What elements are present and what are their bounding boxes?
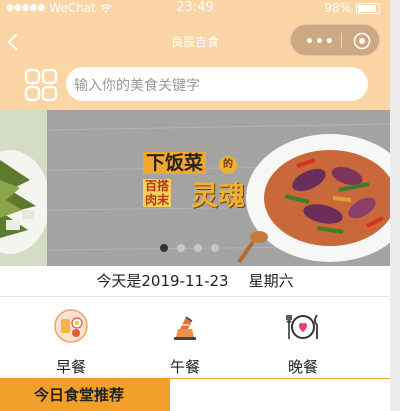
search-input[interactable]: 输入你的美食关键字 (66, 67, 368, 101)
breakfast-icon (54, 309, 88, 343)
meal-breakfast[interactable]: 早餐 (31, 307, 111, 377)
today-weekday: 星期六 (248, 272, 294, 290)
carousel-dot[interactable] (194, 244, 202, 252)
today-date: 今天是2019-11-23 (96, 272, 229, 290)
status-right: 98% (324, 1, 380, 15)
banner-subtitle: 百搭 肉末 (143, 179, 172, 207)
dinner-icon (286, 314, 318, 339)
capsule-divider (341, 33, 342, 49)
carousel-indicators (160, 244, 219, 252)
meal-lunch-label: 午餐 (169, 358, 200, 376)
section-title: 今日食堂推荐 (34, 386, 125, 404)
lunch-icon (174, 316, 196, 340)
meal-breakfast-label: 早餐 (55, 358, 86, 376)
status-bar: ●●●●● WeChat 23:49 98% (0, 0, 390, 16)
meal-dinner-label: 晚餐 (287, 358, 318, 376)
banner-big-text: 灵魂 (191, 181, 245, 212)
battery-percent: 98% (324, 1, 351, 15)
mini-program-capsule: ••• (290, 24, 380, 56)
header: ●●●●● WeChat 23:49 98% 良辰吉食 ••• 输入你的美食关键… (0, 0, 390, 110)
banner-headline: 下饭菜 (143, 152, 207, 174)
carousel-dot[interactable] (211, 244, 219, 252)
banner-carousel[interactable]: 下饭菜 的 百搭 肉末 灵魂 (0, 110, 390, 266)
banner-particle: 的 (219, 156, 237, 174)
banner-subtitle-line-2: 肉末 (143, 193, 172, 207)
carousel-dot[interactable] (177, 244, 185, 252)
banner-slide-previous (0, 110, 47, 266)
category-grid-icon[interactable] (24, 68, 58, 102)
battery-icon (356, 2, 380, 14)
date-line: 今天是2019-11-23 星期六 (0, 266, 390, 297)
more-icon[interactable]: ••• (305, 34, 335, 50)
search-placeholder: 输入你的美食关键字 (74, 78, 200, 94)
section-divider (170, 378, 390, 379)
app-screen: ●●●●● WeChat 23:49 98% 良辰吉食 ••• 输入你的美食关键… (0, 0, 390, 411)
meal-dinner[interactable]: 晚餐 (263, 307, 343, 377)
carousel-dot[interactable] (160, 244, 168, 252)
nav-bar: 良辰吉食 ••• (0, 24, 390, 60)
banner-subtitle-line-1: 百搭 (143, 179, 172, 193)
tab-today-recommend[interactable]: 今日食堂推荐 (0, 378, 170, 411)
meal-lunch[interactable]: 午餐 (145, 307, 225, 377)
vegetable-dish-image (0, 110, 47, 266)
close-mini-program-icon[interactable] (353, 32, 371, 50)
banner-slide-current: 下饭菜 的 百搭 肉末 灵魂 (47, 110, 390, 266)
